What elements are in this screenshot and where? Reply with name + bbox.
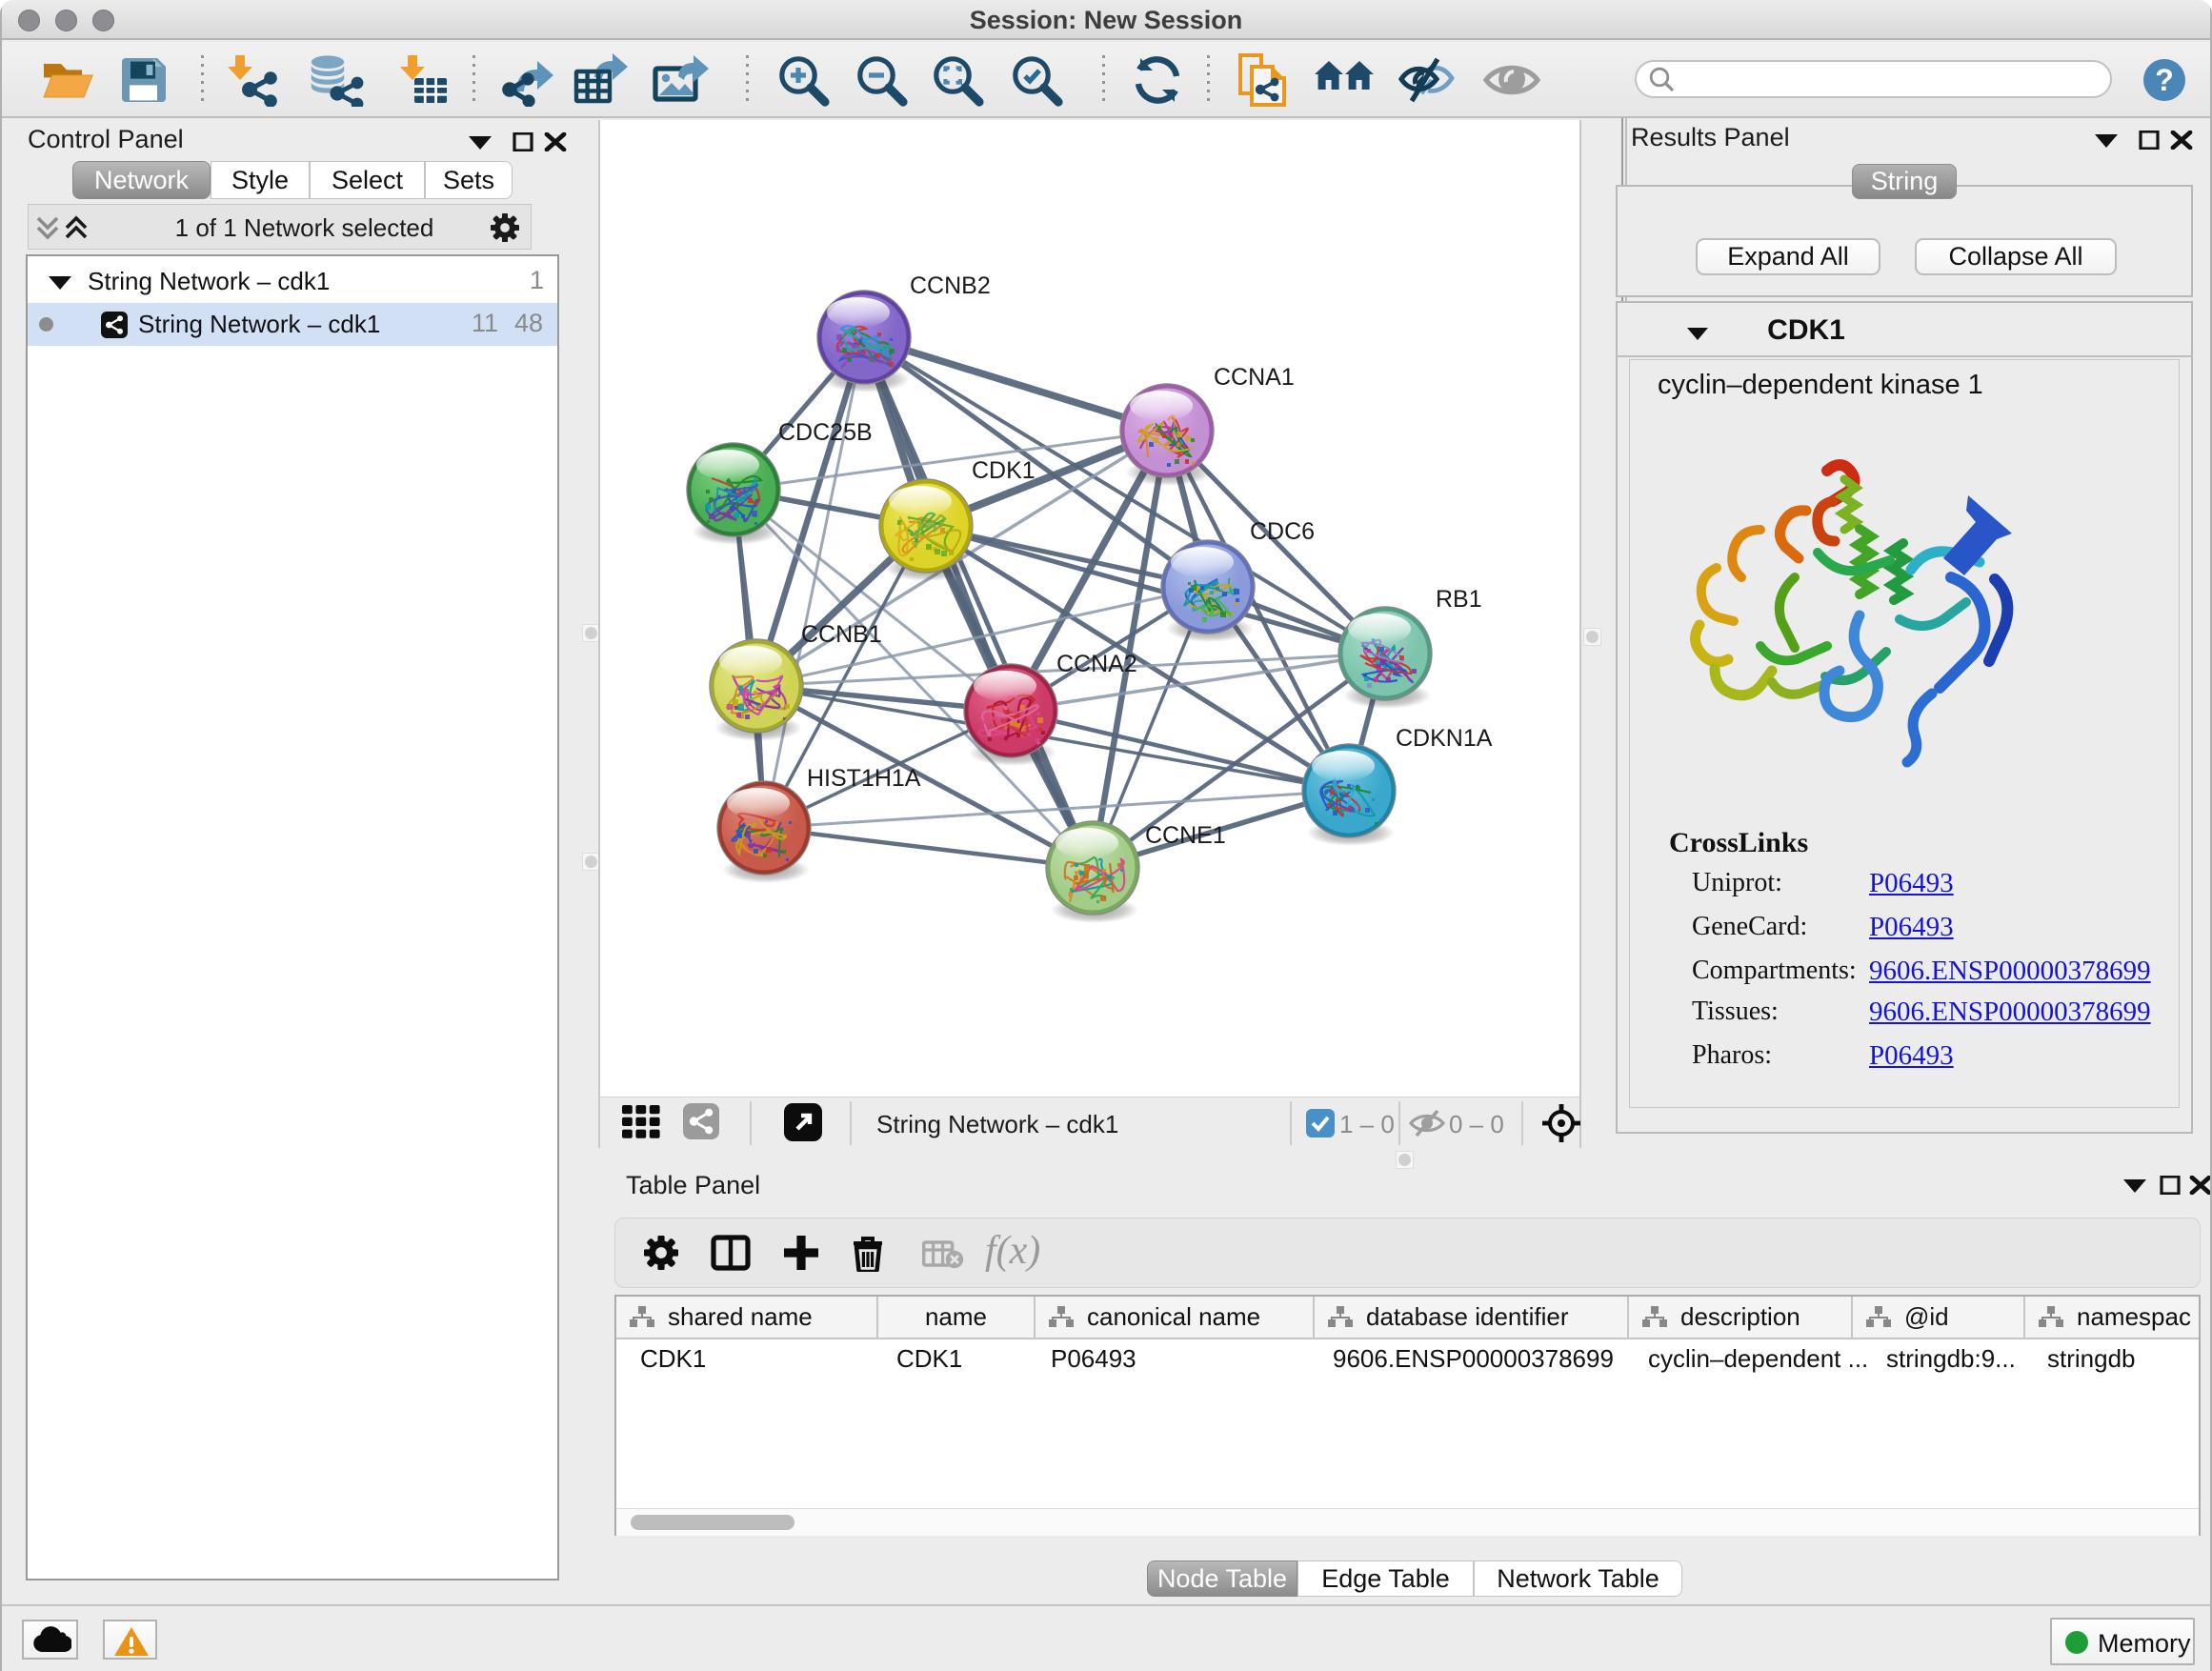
svg-text:?: ?: [2155, 63, 2174, 97]
svg-text:CDC25B: CDC25B: [778, 419, 873, 446]
svg-text:CDK1: CDK1: [972, 457, 1036, 484]
svg-text:CCNA1: CCNA1: [1214, 364, 1295, 391]
svg-text:RB1: RB1: [1436, 586, 1482, 613]
svg-text:CDC6: CDC6: [1250, 518, 1315, 545]
svg-text:CDKN1A: CDKN1A: [1396, 725, 1493, 752]
svg-text:CCNA2: CCNA2: [1056, 651, 1137, 677]
svg-text:CCNB1: CCNB1: [801, 621, 882, 648]
svg-text:CCNE1: CCNE1: [1145, 822, 1226, 849]
svg-text:HIST1H1A: HIST1H1A: [807, 765, 921, 792]
svg-text:CCNB2: CCNB2: [910, 272, 991, 299]
